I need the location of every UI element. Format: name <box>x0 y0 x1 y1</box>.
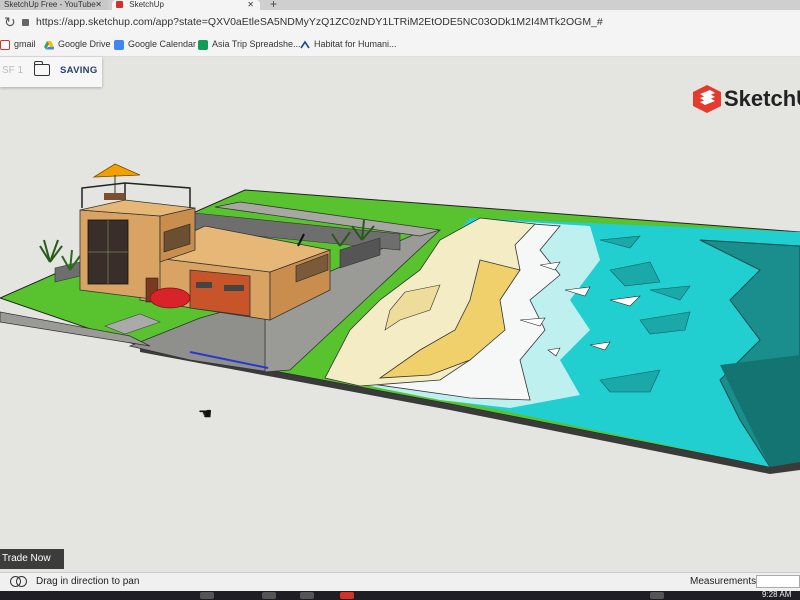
model-scene[interactable] <box>0 57 800 573</box>
bookmark-label: Asia Trip Spreadshe... <box>212 39 301 49</box>
google-drive-icon <box>44 40 54 50</box>
tab-youtube-label: SketchUp Free - YouTube <box>4 0 96 9</box>
bookmark-label: Google Drive <box>58 39 111 49</box>
google-sheets-icon <box>198 39 208 50</box>
save-status: SAVING <box>60 65 98 76</box>
habitat-icon <box>300 40 310 49</box>
palm-left <box>39 239 63 263</box>
chrome-taskbar-icon[interactable] <box>340 592 354 599</box>
sketchup-wordmark: SketchUp <box>724 86 800 111</box>
taskbar-app-icon[interactable] <box>262 592 276 599</box>
tab-sketchup[interactable]: SketchUp ✕ <box>112 0 260 10</box>
status-bar: Drag in direction to pan Measurements <box>0 572 800 591</box>
bookmark-asia-trip[interactable]: Asia Trip Spreadshe... <box>198 39 301 50</box>
bookmark-gmail[interactable]: gmail <box>0 39 36 50</box>
umbrella <box>92 163 141 178</box>
bookmark-label: Habitat for Humani... <box>314 39 397 49</box>
red-bush <box>149 287 191 309</box>
lock-icon[interactable] <box>22 19 29 26</box>
bookmark-label: gmail <box>14 39 36 49</box>
bookmark-habitat[interactable]: Habitat for Humani... <box>300 39 397 50</box>
garage-door <box>189 269 251 317</box>
folder-icon[interactable] <box>34 61 50 76</box>
measurements-input[interactable] <box>756 575 800 588</box>
url-field[interactable]: https://app.sketchup.com/app?state=QXV0a… <box>36 16 603 28</box>
taskbar-app-icon[interactable] <box>300 592 314 599</box>
bookmarks-bar: gmail Google Drive Google Calendar Asia … <box>0 36 800 57</box>
trade-now-button[interactable]: Trade Now <box>0 549 64 569</box>
taskbar-tray-icon[interactable] <box>650 592 664 599</box>
bookmark-label: Google Calendar <box>128 39 197 49</box>
browser-tab-strip: SketchUp Free - YouTube ✕ SketchUp ✕ + <box>0 0 800 11</box>
taskbar-app-icon[interactable] <box>200 592 214 599</box>
pan-cursor-icon: ☚ <box>198 406 213 423</box>
sketchup-logo-icon <box>693 85 721 113</box>
garage-window <box>196 282 212 288</box>
os-taskbar: 9:28 AM <box>0 590 800 600</box>
google-calendar-icon <box>114 39 124 50</box>
tab-youtube[interactable]: SketchUp Free - YouTube ✕ <box>0 0 108 10</box>
gmail-icon <box>0 39 10 50</box>
file-name-fragment: SF 1 <box>2 65 24 76</box>
close-icon[interactable]: ✕ <box>247 0 254 10</box>
tab-sketchup-label: SketchUp <box>129 0 164 9</box>
taskbar-clock: 9:28 AM <box>762 590 792 599</box>
bookmark-google-drive[interactable]: Google Drive <box>44 39 111 50</box>
sketchup-favicon-icon <box>116 1 123 9</box>
status-instruction: Drag in direction to pan <box>36 576 140 587</box>
reload-icon[interactable]: ↻ <box>4 14 16 31</box>
address-bar: ↻ https://app.sketchup.com/app?state=QXV… <box>0 10 800 36</box>
bookmark-google-calendar[interactable]: Google Calendar <box>114 39 196 50</box>
close-icon[interactable]: ✕ <box>95 0 102 10</box>
sketchup-logo: SketchUp <box>692 80 800 116</box>
globe-icon[interactable] <box>16 576 27 587</box>
measurements-label: Measurements <box>690 576 757 587</box>
save-panel: SF 1 SAVING <box>0 57 102 87</box>
